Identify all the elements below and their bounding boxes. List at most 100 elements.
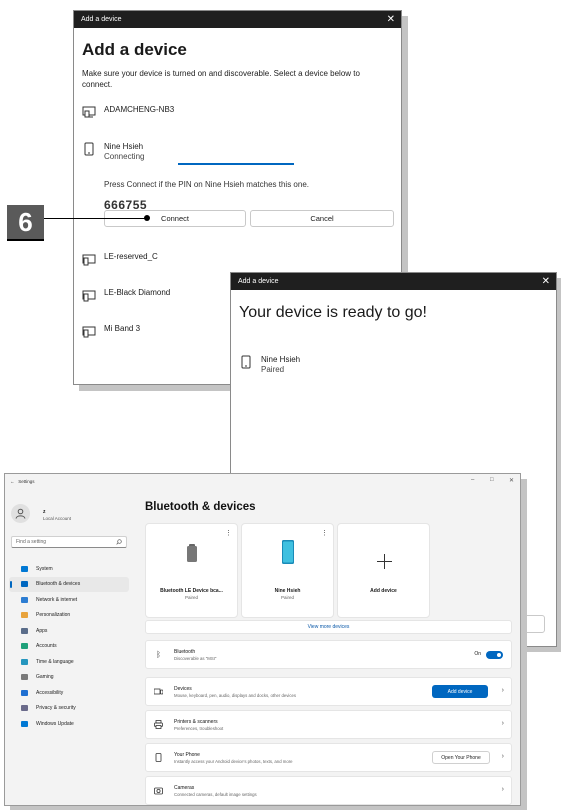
device-card[interactable]: ⋮ Nine Hsieh Paired <box>241 523 334 618</box>
dialog-heading: Your device is ready to go! <box>239 304 427 321</box>
sidebar-item-gaming[interactable]: Gaming <box>9 670 129 686</box>
sidebar-item-icon <box>21 612 28 619</box>
sidebar-item-icon <box>21 643 28 650</box>
sidebar-item-windows-update[interactable]: Windows Update <box>9 716 129 732</box>
device-name: LE-Black Diamond <box>104 288 171 297</box>
chevron-right-icon: › <box>501 753 504 760</box>
device-item-other[interactable]: LE-reserved_C <box>82 252 158 266</box>
device-name: Mi Band 3 <box>104 324 141 333</box>
phone-icon <box>84 142 94 156</box>
row-subtitle: Mouse, keyboard, pen, audio, displays an… <box>174 693 297 698</box>
sidebar-item-bluetooth-devices[interactable]: Bluetooth & devices <box>9 576 129 592</box>
phone-icon <box>155 753 162 762</box>
chevron-right-icon: › <box>501 687 504 694</box>
sidebar-item-label: Bluetooth & devices <box>36 581 81 588</box>
phone-icon <box>241 355 251 369</box>
bluetooth-row[interactable]: ᛒ Bluetooth Discoverable as "MSI" On <box>145 640 512 669</box>
sidebar-item-accessibility[interactable]: Accessibility <box>9 685 129 701</box>
printers-row[interactable]: Printers & scanners Preferences, trouble… <box>145 710 512 739</box>
dialog-title: Add a device <box>238 278 279 285</box>
device-icon <box>82 326 96 338</box>
user-icon <box>15 508 26 519</box>
minimize-icon[interactable]: – <box>471 477 474 483</box>
row-title: Printers & scanners <box>174 719 218 725</box>
sidebar-item-accounts[interactable]: Accounts <box>9 639 129 655</box>
device-name: Nine Hsieh <box>104 142 144 151</box>
sidebar-item-time-language[interactable]: Time & language <box>9 654 129 670</box>
avatar[interactable] <box>11 504 30 523</box>
devices-row[interactable]: Devices Mouse, keyboard, pen, audio, dis… <box>145 677 512 706</box>
sidebar-item-icon <box>21 658 28 665</box>
sidebar-item-icon <box>21 596 28 603</box>
search-icon <box>116 539 122 545</box>
sidebar-item-label: Privacy & security <box>36 705 76 712</box>
printer-icon <box>154 720 163 729</box>
sidebar-item-system[interactable]: System <box>9 561 129 577</box>
device-item-pairing[interactable]: Nine Hsieh Connecting <box>82 142 144 161</box>
app-title: Settings <box>18 479 35 484</box>
add-device-card[interactable]: Add device <box>337 523 430 618</box>
add-device-button[interactable]: Add device <box>432 685 488 698</box>
sidebar-item-apps[interactable]: Apps <box>9 623 129 639</box>
device-name: ADAMCHENG-NB3 <box>104 105 175 114</box>
settings-title-bar: ← Settings <box>10 479 35 484</box>
toggle-state: On <box>474 651 481 657</box>
close-icon[interactable]: ✕ <box>542 276 550 287</box>
device-status: Connecting <box>104 152 145 161</box>
sidebar-item-label: Apps <box>36 627 48 634</box>
keyboard-mouse-icon <box>154 688 163 695</box>
device-item-other[interactable]: Mi Band 3 <box>82 324 140 338</box>
sidebar-item-label: Time & language <box>36 658 74 665</box>
sidebar-item-icon <box>21 705 28 712</box>
dialog-description: Make sure your device is turned on and d… <box>82 69 360 89</box>
open-your-phone-button[interactable]: Open Your Phone <box>432 751 490 764</box>
device-card-status: Paired <box>280 595 294 600</box>
connecting-progress-bar <box>178 163 294 165</box>
row-subtitle: Preferences, troubleshoot <box>174 726 224 731</box>
search-placeholder: Find a setting <box>16 539 47 545</box>
device-item-other[interactable]: LE-Black Diamond <box>82 288 170 302</box>
row-title: Devices <box>174 686 192 692</box>
phone-image <box>282 540 294 564</box>
sidebar-nav: System Bluetooth & devices Network & inter… <box>9 561 129 732</box>
sidebar-item-network-internet[interactable]: Network & internet <box>9 592 129 608</box>
computer-icon <box>82 106 96 118</box>
sidebar-item-privacy-security[interactable]: Privacy & security <box>9 701 129 717</box>
device-card-name: Nine Hsieh <box>274 588 301 594</box>
sidebar-item-label: Accessibility <box>36 689 64 696</box>
back-icon[interactable]: ← <box>10 479 15 484</box>
paired-device-item: Nine Hsieh Paired <box>239 355 300 374</box>
search-input[interactable]: Find a setting <box>11 536 127 548</box>
camera-icon <box>154 787 163 795</box>
maximize-icon[interactable]: □ <box>490 477 494 483</box>
chevron-right-icon: › <box>501 786 504 793</box>
sidebar-item-label: Network & internet <box>36 596 78 603</box>
close-icon[interactable]: ✕ <box>509 477 514 484</box>
row-title: Bluetooth <box>174 649 196 655</box>
device-status: Paired <box>261 365 285 374</box>
sidebar-item-personalization[interactable]: Personalization <box>9 608 129 624</box>
cameras-row[interactable]: Cameras Connected cameras, default image… <box>145 776 512 805</box>
device-card[interactable]: ⋮ Bluetooth LE Device bca... Paired <box>145 523 238 618</box>
bluetooth-toggle[interactable] <box>486 651 503 659</box>
dialog-title-bar: Add a device ✕ <box>231 273 556 290</box>
step-callout-number: 6 <box>7 205 44 241</box>
sidebar-item-label: Windows Update <box>36 720 74 727</box>
bluetooth-icon: ᛒ <box>156 650 161 659</box>
device-name: LE-reserved_C <box>104 252 158 261</box>
row-title: Cameras <box>174 785 195 791</box>
device-item-computer[interactable]: ADAMCHENG-NB3 <box>82 105 174 119</box>
pin-prompt: Press Connect if the PIN on Nine Hsieh m… <box>104 180 309 189</box>
view-more-devices-button[interactable]: View more devices <box>145 620 512 634</box>
callout-leader-dot <box>144 215 150 221</box>
sidebar-item-icon <box>21 720 28 727</box>
device-icon <box>82 254 96 266</box>
dialog-title: Add a device <box>81 16 122 23</box>
sidebar-item-label: Personalization <box>36 612 71 619</box>
cancel-button[interactable]: Cancel <box>250 210 394 227</box>
more-options-icon[interactable]: ⋮ <box>225 529 232 537</box>
sidebar-item-label: Accounts <box>36 643 57 650</box>
close-icon[interactable]: ✕ <box>387 14 395 25</box>
your-phone-row[interactable]: Your Phone Instantly access your Android… <box>145 743 512 772</box>
more-options-icon[interactable]: ⋮ <box>321 529 328 537</box>
